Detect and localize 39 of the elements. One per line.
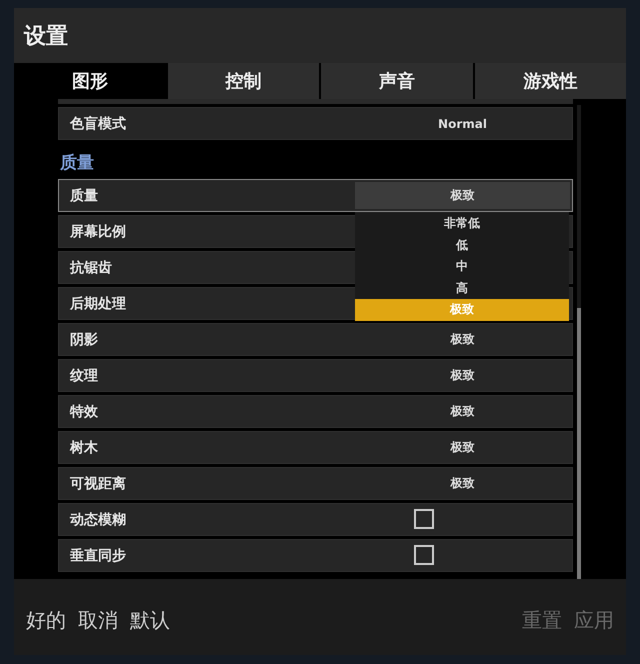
setting-label: 动态模糊 <box>68 510 127 528</box>
footer-button[interactable]: 好的 <box>24 606 68 634</box>
setting-row[interactable]: 垂直同步 <box>58 539 573 572</box>
setting-row[interactable]: 可视距离 极致 <box>58 467 573 500</box>
setting-label: 纹理 <box>68 366 99 384</box>
setting-value[interactable]: 极致 <box>355 398 570 425</box>
section-heading: 质量 <box>58 152 95 175</box>
setting-label: 垂直同步 <box>69 546 127 564</box>
setting-label: 后期处理 <box>68 294 127 312</box>
setting-value[interactable]: Normal <box>355 110 570 137</box>
setting-row[interactable]: 纹理 极致 <box>58 359 573 392</box>
setting-row[interactable]: 阴影 极致 <box>58 323 573 356</box>
setting-value[interactable]: 极致 <box>355 362 570 389</box>
setting-label: 抗锯齿 <box>68 258 113 276</box>
setting-row[interactable]: 动态模糊 <box>58 503 573 536</box>
footer-button[interactable]: 默认 <box>128 606 172 634</box>
setting-value[interactable]: 极致 <box>355 326 570 353</box>
tab[interactable]: 游戏性 <box>474 63 626 99</box>
dropdown-option[interactable]: 非常低 <box>355 213 569 234</box>
setting-value[interactable]: 极致 <box>355 182 570 209</box>
setting-label: 色盲模式 <box>68 114 127 132</box>
checkbox[interactable] <box>414 545 434 565</box>
setting-row[interactable]: 树木 极致 <box>58 431 573 464</box>
setting-label: 特效 <box>68 402 99 420</box>
tab[interactable]: 声音 <box>321 63 472 99</box>
setting-row[interactable]: 色盲模式 Normal <box>58 107 573 140</box>
setting-label: 可视距离 <box>69 474 127 492</box>
tab[interactable]: 控制 <box>168 63 319 99</box>
setting-value[interactable]: 极致 <box>355 470 570 497</box>
dropdown-option[interactable]: 中 <box>355 256 569 278</box>
window-title: 设置 <box>24 22 68 50</box>
checkbox[interactable] <box>414 509 434 529</box>
setting-row[interactable]: 特效 极致 <box>58 395 573 428</box>
setting-label: 屏幕比例 <box>68 222 127 240</box>
setting-label: 质量 <box>69 186 99 204</box>
setting-value[interactable]: 极致 <box>355 434 570 461</box>
setting-label: 阴影 <box>69 330 99 348</box>
footer-button[interactable]: 取消 <box>76 606 120 634</box>
setting-label: 树木 <box>68 438 99 456</box>
